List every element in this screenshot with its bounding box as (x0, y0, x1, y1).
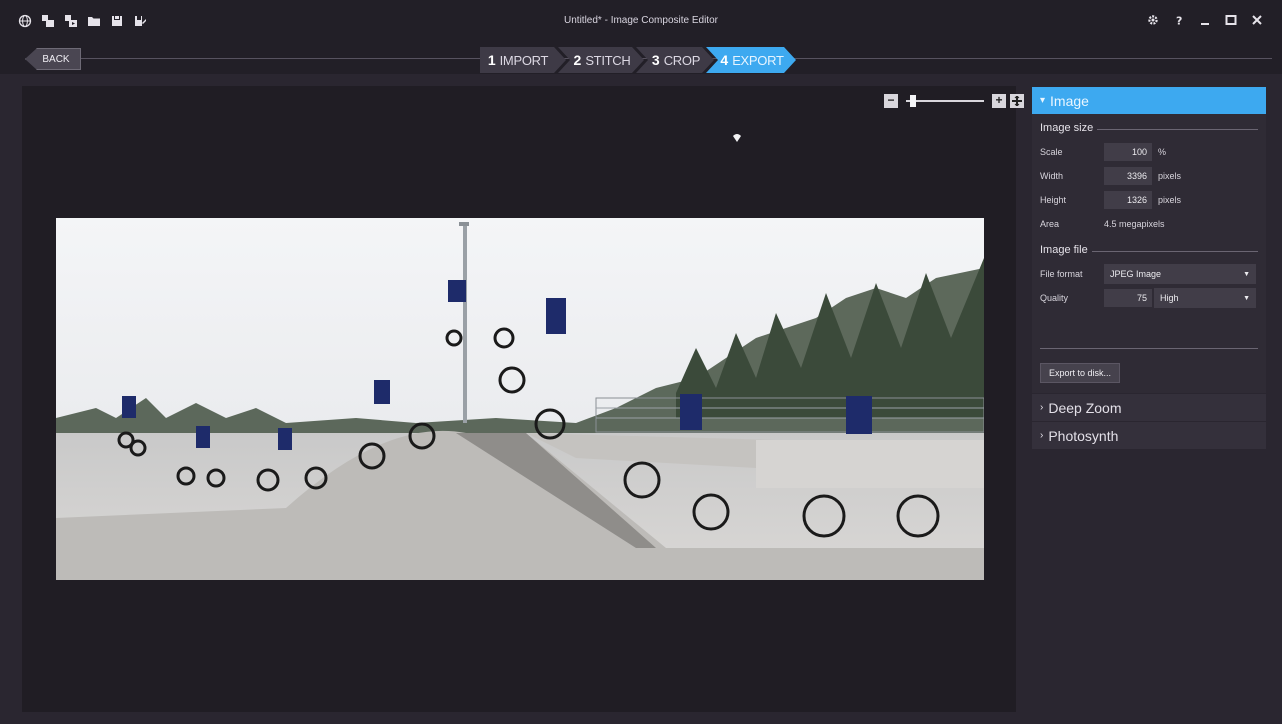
chevron-right-icon: › (1040, 430, 1044, 441)
height-input[interactable]: 1326 (1104, 191, 1152, 209)
close-icon[interactable] (1250, 13, 1264, 27)
image-section-body: Image size Scale 100 % Width 3396 pixels… (1032, 114, 1266, 393)
minimize-icon[interactable] (1198, 13, 1212, 27)
scale-label: Scale (1040, 147, 1063, 157)
step-export[interactable]: 4 EXPORT (706, 47, 796, 73)
file-format-row: File format JPEG Image ▼ (1040, 262, 1258, 286)
navigation-bar: BACK 1 IMPORT 2 STITCH 3 CROP 4 EXPORT (0, 44, 1282, 74)
width-input[interactable]: 3396 (1104, 167, 1152, 185)
group-title: Image size (1040, 122, 1094, 134)
export-area: Export to disk... (1040, 348, 1258, 383)
dropdown-caret-icon: ▼ (1243, 294, 1250, 302)
step-number: 3 (651, 52, 660, 68)
width-label: Width (1040, 171, 1064, 181)
step-number: 1 (487, 52, 496, 68)
step-crop[interactable]: 3 CROP (636, 47, 714, 73)
photosynth-section-header[interactable]: › Photosynth (1032, 421, 1266, 449)
image-section-header[interactable]: ▾ Image (1032, 86, 1266, 114)
section-title: Deep Zoom (1048, 399, 1122, 416)
file-format-select[interactable]: JPEG Image ▼ (1104, 264, 1256, 284)
width-unit: pixels (1158, 171, 1182, 181)
quality-row: Quality 75 High ▼ (1040, 286, 1258, 310)
zoom-in-button[interactable]: + (992, 94, 1006, 108)
mouse-cursor-icon (732, 130, 742, 148)
group-divider (1091, 250, 1258, 252)
scale-input[interactable]: 100 (1104, 143, 1152, 161)
svg-text:?: ? (1176, 15, 1182, 27)
step-label: EXPORT (732, 52, 784, 68)
help-icon[interactable]: ? (1172, 13, 1186, 27)
zoom-to-fit-icon[interactable] (1010, 94, 1024, 108)
chevron-down-icon: ▾ (1040, 95, 1046, 106)
group-divider (1097, 128, 1258, 130)
file-format-label: File format (1040, 269, 1083, 279)
back-button[interactable]: BACK (25, 48, 81, 70)
settings-gear-icon[interactable] (1146, 13, 1160, 27)
image-file-group: Image file (1040, 244, 1258, 256)
zoom-control: − + (884, 94, 1024, 108)
image-size-group: Image size (1040, 122, 1258, 134)
quality-label: Quality (1040, 293, 1069, 303)
workflow-steps: 1 IMPORT 2 STITCH 3 CROP 4 EXPORT (480, 47, 796, 73)
step-label: CROP (663, 52, 701, 68)
zoom-out-button[interactable]: − (884, 94, 898, 108)
select-value: High (1160, 293, 1179, 303)
height-label: Height (1040, 195, 1067, 205)
section-title: Photosynth (1048, 427, 1119, 444)
height-unit: pixels (1158, 195, 1182, 205)
step-stitch[interactable]: 2 STITCH (558, 47, 644, 73)
preview-canvas[interactable]: − + (22, 86, 1024, 712)
select-value: JPEG Image (1110, 269, 1162, 279)
quality-input[interactable]: 75 (1104, 289, 1152, 307)
scale-unit: % (1158, 147, 1167, 157)
step-number: 4 (720, 52, 729, 68)
window-controls: ? (1146, 13, 1264, 27)
window-title: Untitled* - Image Composite Editor (564, 15, 718, 26)
group-title: Image file (1040, 244, 1088, 256)
zoom-slider-thumb[interactable] (909, 95, 916, 107)
zoom-slider-track[interactable] (906, 100, 984, 102)
width-row: Width 3396 pixels (1040, 164, 1258, 188)
quality-preset-select[interactable]: High ▼ (1154, 288, 1256, 308)
panorama-preview-image (56, 218, 984, 580)
section-title: Image (1050, 92, 1089, 109)
area-value: 4.5 megapixels (1104, 219, 1165, 229)
area-label: Area (1040, 219, 1060, 229)
area-row: Area 4.5 megapixels (1040, 212, 1258, 236)
export-settings-panel: ▾ Image Image size Scale 100 % Width 339… (1032, 86, 1266, 712)
step-import[interactable]: 1 IMPORT (480, 47, 566, 73)
deep-zoom-section-header[interactable]: › Deep Zoom (1032, 393, 1266, 421)
chevron-right-icon: › (1040, 402, 1044, 413)
step-label: STITCH (585, 52, 631, 68)
maximize-icon[interactable] (1224, 13, 1238, 27)
dropdown-caret-icon: ▼ (1243, 270, 1250, 278)
step-label: IMPORT (499, 52, 549, 68)
export-to-disk-button[interactable]: Export to disk... (1040, 363, 1121, 383)
title-bar: Untitled* - Image Composite Editor ? (0, 0, 1282, 44)
height-row: Height 1326 pixels (1040, 188, 1258, 212)
step-number: 2 (573, 52, 582, 68)
scale-row: Scale 100 % (1040, 140, 1258, 164)
